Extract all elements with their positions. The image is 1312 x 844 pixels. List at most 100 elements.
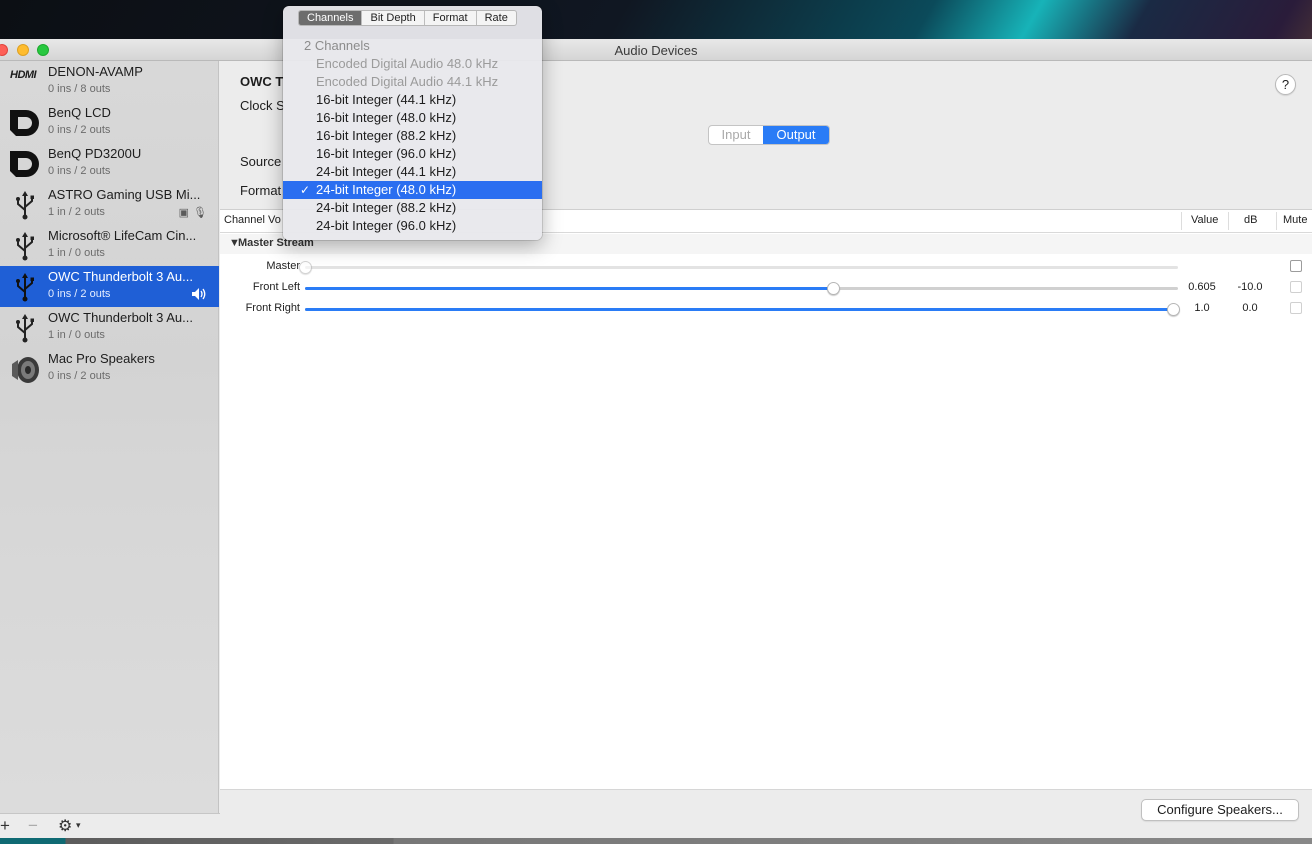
column-divider [1276,212,1277,230]
screen-icon: ▣ [178,207,189,219]
tab-bit-depth[interactable]: Bit Depth [362,11,425,25]
device-io: 0 ins / 2 outs [48,124,111,136]
device-item-selected[interactable]: OWC Thunderbolt 3 Au... 0 ins / 2 outs [0,266,219,307]
input-output-segmented-control: Input Output [708,125,830,145]
speaker-device-icon [12,357,39,383]
channel-db: -10.0 [1237,281,1263,293]
menu-item[interactable]: 24-bit Integer (88.2 kHz) [283,199,542,217]
tab-rate[interactable]: Rate [477,11,516,25]
mute-checkbox[interactable] [1290,281,1302,293]
configure-speakers-button[interactable]: Configure Speakers... [1141,799,1299,821]
usb-icon [16,314,34,343]
volume-slider-knob[interactable] [827,282,840,295]
column-header-value[interactable]: Value [1191,214,1218,226]
input-tab[interactable]: Input [709,126,763,144]
mute-checkbox[interactable] [1290,260,1302,272]
channel-name: Front Right [245,302,300,314]
format-label: Format [240,183,282,198]
menu-item-label: 24-bit Integer (48.0 kHz) [316,182,457,197]
device-name: BenQ LCD [48,105,111,120]
tab-channels[interactable]: Channels [299,11,363,25]
speaker-icon [192,288,206,300]
column-header-db[interactable]: dB [1244,214,1257,226]
output-tab[interactable]: Output [763,126,829,144]
menu-item[interactable]: 16-bit Integer (48.0 kHz) [283,109,542,127]
volume-slider-knob[interactable] [299,261,312,274]
tab-format[interactable]: Format [425,11,477,25]
device-item[interactable]: Microsoft® LifeCam Cin... 1 in / 0 outs [0,225,219,266]
table-row: Master [220,256,1312,277]
column-header-channel[interactable]: Channel Vo [224,214,281,226]
help-button[interactable]: ? [1275,74,1296,95]
device-item[interactable]: BenQ LCD 0 ins / 2 outs [0,102,219,143]
device-io: 0 ins / 8 outs [48,83,111,95]
volume-slider[interactable] [305,282,1178,295]
table-row: Front Left 0.605 -10.0 [220,277,1312,298]
format-popup-menu: Channels Bit Depth Format Rate 2 Channel… [283,6,542,240]
menu-item: Encoded Digital Audio 44.1 kHz [316,74,499,89]
channel-value: 1.0 [1194,302,1210,314]
channel-value: 0.605 [1188,281,1216,293]
title-bar: Audio Devices [0,39,1312,61]
volume-slider-fill [305,308,1173,311]
channel-name: Master [266,260,300,272]
mute-checkbox[interactable] [1290,302,1302,314]
hdmi-icon: HDMI [10,69,37,81]
desktop-dock-strip [0,838,1312,844]
add-device-button[interactable]: + [0,816,10,836]
channel-volume-table: Channel Vo Value dB Mute ▼ Master Stream… [220,209,1312,789]
chevron-down-icon[interactable]: ▾ [76,820,81,831]
column-divider [1228,212,1229,230]
device-item[interactable]: Mac Pro Speakers 0 ins / 2 outs [0,348,219,389]
device-name: ASTRO Gaming USB Mi... [48,187,201,202]
channel-db: 0.0 [1242,302,1258,314]
menu-item-selected[interactable]: ✓ 24-bit Integer (48.0 kHz) [283,181,542,199]
audio-devices-window: Audio Devices HDMI DENON-AVAMP 0 ins / 8… [0,39,1312,838]
device-io: 0 ins / 2 outs [48,165,111,177]
device-item[interactable]: BenQ PD3200U 0 ins / 2 outs [0,143,219,184]
menu-item[interactable]: 16-bit Integer (88.2 kHz) [283,127,542,145]
remove-device-button[interactable]: − [28,816,38,836]
gear-icon[interactable]: ⚙︎ [58,816,72,836]
table-row: Front Right 1.0 0.0 [220,298,1312,319]
device-name: Microsoft® LifeCam Cin... [48,228,197,243]
menu-section-header: 2 Channels [304,38,370,53]
device-item[interactable]: HDMI DENON-AVAMP 0 ins / 8 outs [0,61,219,102]
column-header-mute[interactable]: Mute [1283,214,1307,226]
volume-slider-knob[interactable] [1167,303,1180,316]
menu-item[interactable]: 24-bit Integer (44.1 kHz) [283,163,542,181]
displayport-icon [10,110,39,136]
device-title: OWC T [240,74,284,89]
usb-icon [16,232,34,261]
displayport-icon [10,151,39,177]
device-name: Mac Pro Speakers [48,351,155,366]
menu-item: Encoded Digital Audio 48.0 kHz [316,56,499,71]
device-io: 0 ins / 2 outs [48,288,111,300]
window-title: Audio Devices [614,43,698,58]
source-label: Source [240,154,282,169]
device-item[interactable]: ASTRO Gaming USB Mi... 1 in / 2 outs ▣ 🎙… [0,184,219,225]
footer-bar: Configure Speakers... [220,789,1312,838]
channel-name: Front Left [252,281,300,293]
menu-item[interactable]: 16-bit Integer (96.0 kHz) [283,145,542,163]
usb-icon [16,273,34,302]
sidebar-toolbar: + − ⚙︎ ▾ [0,813,220,838]
device-io: 1 in / 0 outs [48,247,105,259]
device-io: 1 in / 0 outs [48,329,105,341]
popup-sort-tabs: Channels Bit Depth Format Rate [298,10,517,26]
volume-slider[interactable] [299,261,1178,274]
device-name: BenQ PD3200U [48,146,142,161]
device-list: HDMI DENON-AVAMP 0 ins / 8 outs BenQ LCD… [0,61,219,813]
volume-slider-fill [305,287,833,290]
checkmark-icon: ✓ [300,183,311,197]
device-name: OWC Thunderbolt 3 Au... [48,269,193,284]
device-name: DENON-AVAMP [48,64,143,79]
column-divider [1181,212,1182,230]
menu-item[interactable]: 16-bit Integer (44.1 kHz) [283,91,542,109]
device-io: 1 in / 2 outs [48,206,105,218]
volume-slider[interactable] [305,303,1180,316]
device-name: OWC Thunderbolt 3 Au... [48,310,193,325]
clock-source-label: Clock S [240,98,285,113]
menu-item[interactable]: 24-bit Integer (96.0 kHz) [283,217,542,235]
device-item[interactable]: OWC Thunderbolt 3 Au... 1 in / 0 outs [0,307,219,348]
